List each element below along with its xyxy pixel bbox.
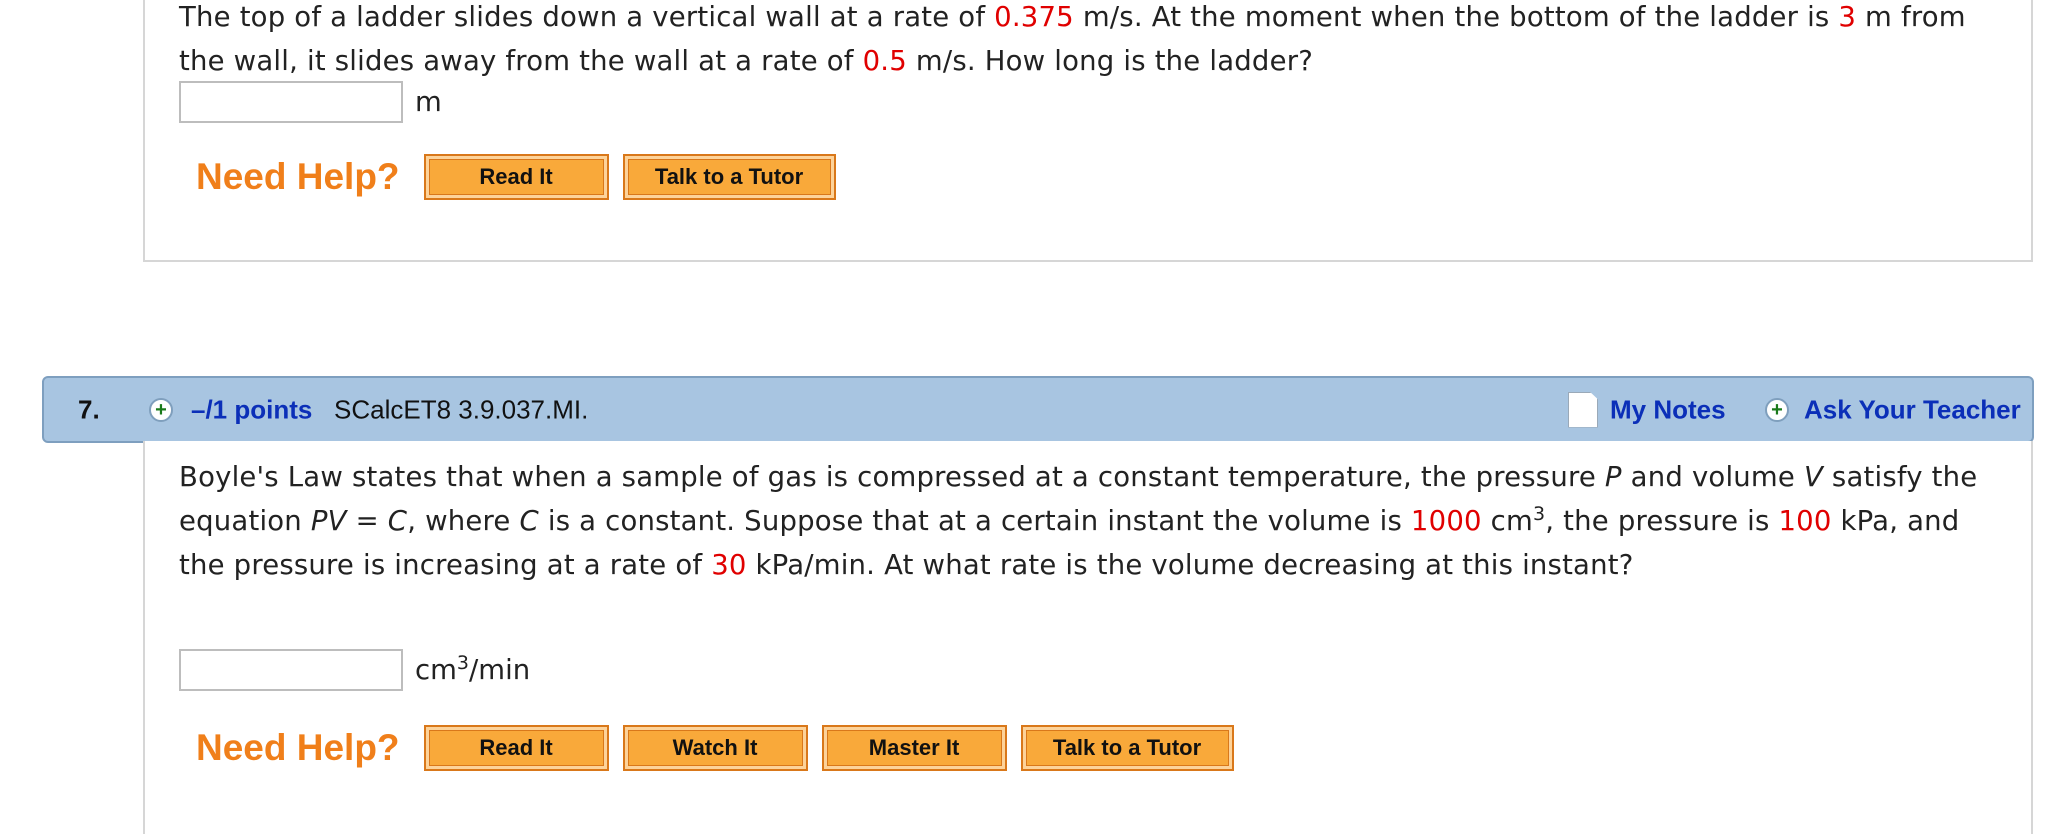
- master-it-button[interactable]: Master It: [821, 725, 1007, 771]
- math-variable: P: [1604, 461, 1622, 493]
- talk-to-tutor-button[interactable]: Talk to a Tutor: [622, 154, 836, 200]
- text-run: m/s. How long is the ladder?: [906, 45, 1313, 77]
- plus-circle-icon[interactable]: +: [1765, 397, 1789, 422]
- unit-suffix: /min: [469, 654, 531, 686]
- highlighted-value: 3: [1838, 1, 1857, 33]
- question-code: SCalcET8 3.9.037.MI.: [334, 394, 589, 424]
- question-6-help-row: Need Help? Read It Talk to a Tutor: [196, 154, 850, 200]
- text-run: m/s. At the moment when the bottom of th…: [1073, 1, 1839, 33]
- text-run: kPa/min. At what rate is the volume decr…: [746, 549, 1634, 581]
- question-6-answer-input[interactable]: [179, 81, 403, 123]
- highlighted-value: 0.5: [862, 45, 907, 77]
- read-it-button[interactable]: Read It: [423, 154, 609, 200]
- text-run: , the pressure is: [1545, 505, 1779, 537]
- text-run: 3: [1532, 502, 1546, 525]
- question-7-header: 7. + –/1 points SCalcET8 3.9.037.MI. My …: [42, 376, 2034, 443]
- notes-page-icon[interactable]: [1568, 391, 1598, 428]
- math-variable: C: [387, 505, 408, 537]
- text-run: cm: [1481, 505, 1533, 537]
- question-6-card: The top of a ladder slides down a vertic…: [143, 0, 2033, 262]
- math-variable: V: [1803, 461, 1823, 493]
- text-run: and volume: [1621, 461, 1804, 493]
- text-run: , where: [407, 505, 520, 537]
- highlighted-value: 30: [711, 549, 747, 581]
- highlighted-value: 1000: [1410, 505, 1482, 537]
- unit-exponent: 3: [456, 651, 470, 674]
- highlighted-value: 100: [1778, 505, 1832, 537]
- unit-prefix: cm: [415, 654, 457, 686]
- question-7-card: Boyle's Law states that when a sample of…: [143, 441, 2033, 834]
- question-6-answer-row: m: [179, 81, 442, 123]
- plus-circle-icon[interactable]: +: [149, 397, 173, 422]
- need-help-label: Need Help?: [196, 156, 400, 197]
- math-variable: PV: [310, 505, 347, 537]
- question-7-answer-input[interactable]: [179, 649, 403, 691]
- need-help-label: Need Help?: [196, 727, 400, 768]
- points-link[interactable]: –/1 points: [191, 394, 312, 425]
- question-7-answer-row: cm3/min: [179, 649, 530, 691]
- question-7-help-row: Need Help? Read It Watch It Master It Ta…: [196, 725, 1248, 771]
- watch-it-button[interactable]: Watch It: [622, 725, 808, 771]
- question-6-text: The top of a ladder slides down a vertic…: [179, 0, 1997, 83]
- read-it-button[interactable]: Read It: [423, 725, 609, 771]
- ask-your-teacher-link[interactable]: Ask Your Teacher: [1804, 394, 2021, 425]
- highlighted-value: 0.375: [994, 1, 1074, 33]
- question-6-unit: m: [415, 86, 442, 118]
- math-variable: C: [519, 505, 539, 537]
- question-number: 7.: [78, 394, 100, 424]
- text-run: The top of a ladder slides down a vertic…: [179, 1, 995, 33]
- my-notes-link[interactable]: My Notes: [1610, 394, 1726, 425]
- question-7-unit: cm3/min: [415, 651, 531, 686]
- text-run: =: [346, 505, 388, 537]
- talk-to-tutor-button[interactable]: Talk to a Tutor: [1020, 725, 1234, 771]
- text-run: is a constant. Suppose that at a certain…: [538, 505, 1411, 537]
- text-run: Boyle's Law states that when a sample of…: [179, 461, 1605, 493]
- question-7-text: Boyle's Law states that when a sample of…: [179, 455, 1997, 587]
